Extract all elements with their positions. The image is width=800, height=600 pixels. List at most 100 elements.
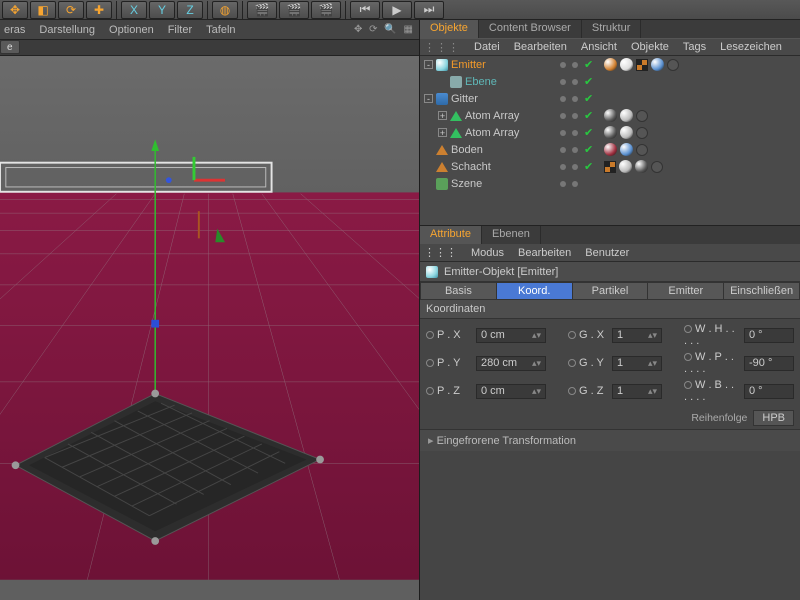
tree-row[interactable]: Ebene ✔ [420,73,800,90]
field-gx[interactable]: 1▴▾ [612,328,662,343]
tab-einschliessen[interactable]: Einschließen [724,282,800,300]
tool-rotate-icon[interactable]: ⟳ [58,1,84,19]
tab-content-browser[interactable]: Content Browser [479,20,582,38]
menu-bearbeiten2[interactable]: Bearbeiten [518,247,571,259]
material-tag-icon[interactable] [604,126,617,139]
material-tag-icon[interactable] [620,109,633,122]
menu-ansicht[interactable]: Ansicht [581,41,617,53]
tab-struktur[interactable]: Struktur [582,20,642,38]
material-tag-icon[interactable] [604,109,617,122]
boden-icon [436,139,448,155]
play-start-icon[interactable]: ⏮ [350,1,380,19]
tab-basis[interactable]: Basis [420,282,497,300]
menu-benutzer[interactable]: Benutzer [585,247,629,259]
object-label[interactable]: Schacht [451,161,491,173]
field-wb[interactable]: 0 ° [744,384,794,399]
frozen-transform-toggle[interactable]: Eingefrorene Transformation [420,429,800,451]
tree-row[interactable]: + Atom Array ✔ [420,124,800,141]
gear-tag-icon[interactable] [651,161,663,173]
object-label[interactable]: Atom Array [465,127,519,139]
menu-tafeln[interactable]: Tafeln [206,24,235,36]
play-icon[interactable]: ▶ [382,1,412,19]
material-tag-icon[interactable] [620,143,633,156]
object-label[interactable]: Gitter [451,93,478,105]
tab-ebenen[interactable]: Ebenen [482,226,541,244]
render-3-icon[interactable]: 🎬 [311,1,341,19]
visibility-toggles[interactable]: ✔ [560,126,600,139]
tab-koord[interactable]: Koord. [497,282,573,300]
menu-filter[interactable]: Filter [168,24,192,36]
menu-datei[interactable]: Datei [474,41,500,53]
field-gz[interactable]: 1▴▾ [612,384,662,399]
gear-tag-icon[interactable] [636,144,648,156]
axis-y-icon[interactable]: Y [149,1,175,19]
texture-tag-icon[interactable] [604,161,616,173]
axis-x-icon[interactable]: X [121,1,147,19]
material-tag-icon[interactable] [619,160,632,173]
tool-dup-icon[interactable]: ✚ [86,1,112,19]
play-end-icon[interactable]: ⏭ [414,1,444,19]
field-pz[interactable]: 0 cm▴▾ [476,384,546,399]
viewport-nav-icons[interactable]: ✥ ⟳ 🔍 ▦ [354,24,415,35]
gear-tag-icon[interactable] [636,110,648,122]
visibility-toggles[interactable] [560,181,600,187]
menu-bearbeiten[interactable]: Bearbeiten [514,41,567,53]
tab-objekte[interactable]: Objekte [420,20,479,38]
object-label[interactable]: Ebene [465,76,497,88]
viewport-tab[interactable]: e [0,40,20,54]
material-tag-icon[interactable] [604,58,617,71]
material-tag-icon[interactable] [651,58,664,71]
menu-objekte[interactable]: Objekte [631,41,669,53]
field-wh[interactable]: 0 ° [744,328,794,343]
expander-icon[interactable]: + [438,111,447,120]
tab-emitter[interactable]: Emitter [648,282,724,300]
expander-icon[interactable]: - [424,94,433,103]
object-label[interactable]: Szene [451,178,482,190]
material-tag-icon[interactable] [604,143,617,156]
texture-tag-icon[interactable] [636,59,648,71]
material-tag-icon[interactable] [620,126,633,139]
render-2-icon[interactable]: 🎬 [279,1,309,19]
tree-row[interactable]: - Gitter ✔ [420,90,800,107]
field-py[interactable]: 280 cm▴▾ [476,356,546,371]
tree-row[interactable]: Boden ✔ [420,141,800,158]
viewport-3d[interactable] [0,56,419,600]
field-gy[interactable]: 1▴▾ [612,356,662,371]
menu-tags[interactable]: Tags [683,41,706,53]
tree-row[interactable]: - Emitter ✔ [420,56,800,73]
visibility-toggles[interactable]: ✔ [560,75,600,88]
menu-eras[interactable]: eras [4,24,25,36]
visibility-toggles[interactable]: ✔ [560,143,600,156]
expander-icon[interactable]: - [424,60,433,69]
material-tag-icon[interactable] [635,160,648,173]
object-tree[interactable]: - Emitter ✔ Ebene ✔ - Gitter ✔ + Atom Array ✔ + Atom… [420,56,800,226]
field-px[interactable]: 0 cm▴▾ [476,328,546,343]
tool-move-icon[interactable]: ✥ [2,1,28,19]
visibility-toggles[interactable]: ✔ [560,58,600,71]
material-tag-icon[interactable] [620,58,633,71]
menu-modus[interactable]: Modus [471,247,504,259]
gear-tag-icon[interactable] [667,59,679,71]
axis-z-icon[interactable]: Z [177,1,203,19]
field-wp[interactable]: -90 ° [744,356,794,371]
visibility-toggles[interactable]: ✔ [560,160,600,173]
gear-tag-icon[interactable] [636,127,648,139]
menu-darstellung[interactable]: Darstellung [39,24,95,36]
tab-partikel[interactable]: Partikel [573,282,649,300]
object-label[interactable]: Atom Array [465,110,519,122]
tab-attribute[interactable]: Attribute [420,226,482,244]
tree-row[interactable]: Schacht ✔ [420,158,800,175]
expander-icon[interactable]: + [438,128,447,137]
render-1-icon[interactable]: 🎬 [247,1,277,19]
tree-row[interactable]: Szene [420,175,800,192]
visibility-toggles[interactable]: ✔ [560,92,600,105]
visibility-toggles[interactable]: ✔ [560,109,600,122]
cube-icon[interactable]: ◍ [212,1,238,19]
menu-lesezeichen[interactable]: Lesezeichen [720,41,782,53]
object-label[interactable]: Emitter [451,59,486,71]
object-label[interactable]: Boden [451,144,483,156]
tree-row[interactable]: + Atom Array ✔ [420,107,800,124]
menu-optionen[interactable]: Optionen [109,24,154,36]
tool-scale-icon[interactable]: ◧ [30,1,56,19]
order-select[interactable]: HPB [753,410,794,426]
